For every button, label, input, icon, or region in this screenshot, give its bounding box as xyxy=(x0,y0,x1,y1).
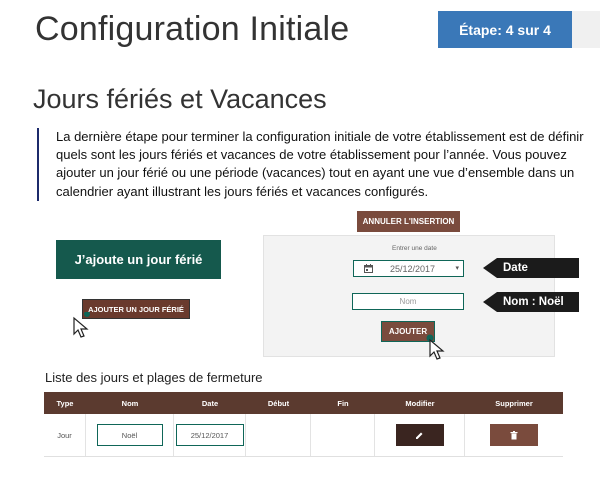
table-header: Type Nom Date Début Fin Modifier Supprim… xyxy=(44,392,563,414)
table-row: Jour Noël 25/12/2017 xyxy=(44,414,563,457)
cell-name: Noël xyxy=(86,414,174,456)
page-title: Configuration Initiale xyxy=(35,10,350,48)
column-header-edit: Modifier xyxy=(405,398,435,408)
column-header-delete: Supprimer xyxy=(495,398,533,408)
edit-button[interactable] xyxy=(395,424,444,446)
cell-start xyxy=(246,414,311,456)
name-cell-input[interactable]: Noël xyxy=(96,424,163,446)
name-callout: Nom : Noël xyxy=(483,292,579,312)
closures-table: Type Nom Date Début Fin Modifier Supprim… xyxy=(44,392,563,457)
intro-paragraph: La dernière étape pour terminer la confi… xyxy=(37,128,600,201)
cell-end xyxy=(311,414,375,456)
column-header-name: Nom xyxy=(121,398,139,408)
date-input[interactable]: 25/12/2017 ▾ xyxy=(353,260,464,277)
cell-delete xyxy=(465,414,563,456)
step-indicator-extension xyxy=(572,11,600,48)
name-input[interactable]: Nom xyxy=(352,293,464,310)
date-callout: Date xyxy=(483,258,579,278)
column-header-end: Fin xyxy=(337,398,349,408)
date-value: 25/12/2017 xyxy=(390,264,436,274)
add-holiday-step-card: J’ajoute un jour férié xyxy=(56,240,221,279)
cell-date: 25/12/2017 xyxy=(174,414,246,456)
add-holiday-button[interactable]: AJOUTER UN JOUR FÉRIÉ xyxy=(82,299,190,319)
trash-icon xyxy=(510,430,518,439)
column-header-date: Date xyxy=(201,398,219,408)
cancel-insertion-button[interactable]: ANNULER L'INSERTION xyxy=(357,211,460,232)
pencil-icon xyxy=(416,432,423,439)
mouse-pointer-icon xyxy=(426,334,445,360)
closures-list-title: Liste des jours et plages de fermeture xyxy=(45,370,263,385)
mouse-pointer-icon xyxy=(73,312,90,338)
calendar-icon xyxy=(364,264,373,275)
caret-down-icon[interactable]: ▾ xyxy=(455,264,459,272)
date-caption: Entrer une date xyxy=(392,245,437,252)
step-indicator: Étape: 4 sur 4 xyxy=(438,11,572,48)
section-title: Jours fériés et Vacances xyxy=(33,84,327,114)
cell-edit xyxy=(375,414,465,456)
delete-button[interactable] xyxy=(490,424,538,446)
column-header-type: Type xyxy=(56,398,74,408)
cell-type: Jour xyxy=(44,414,86,456)
column-header-start: Début xyxy=(267,398,290,408)
date-cell-input[interactable]: 25/12/2017 xyxy=(175,424,244,446)
